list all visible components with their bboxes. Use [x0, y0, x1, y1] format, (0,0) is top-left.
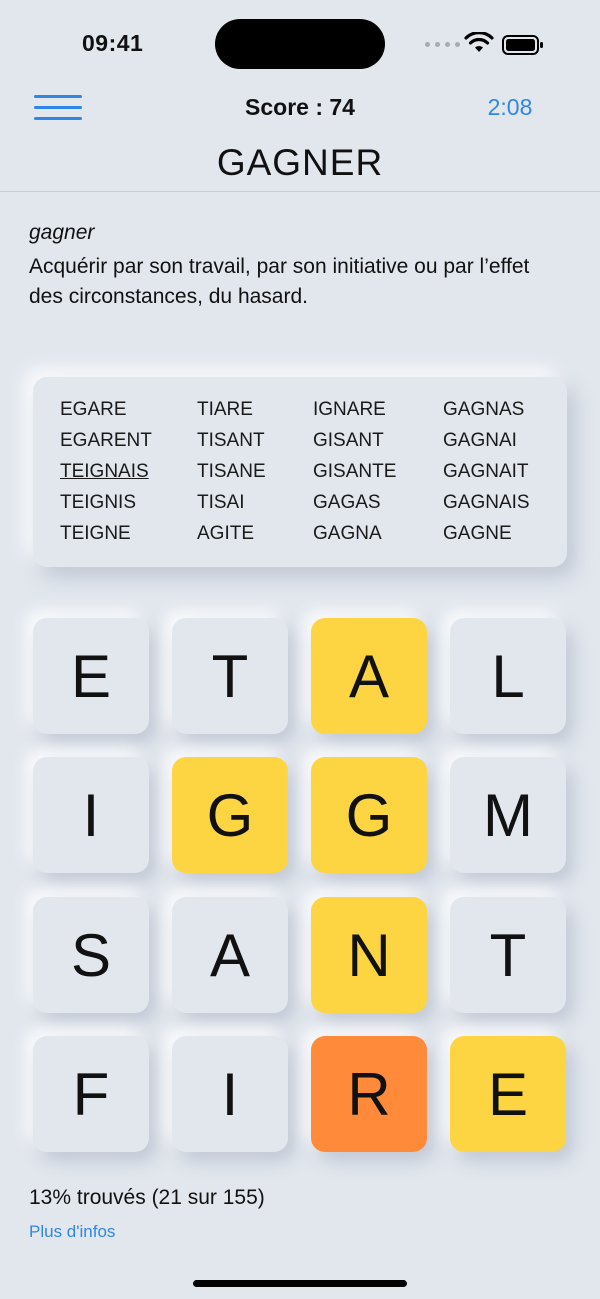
- found-word[interactable]: GAGNE: [443, 523, 512, 545]
- found-word[interactable]: TEIGNE: [60, 523, 131, 545]
- letter-tile[interactable]: E: [450, 1036, 566, 1152]
- found-word[interactable]: TEIGNAIS: [60, 461, 149, 483]
- found-word[interactable]: GAGNA: [313, 523, 382, 545]
- letter-tile[interactable]: S: [33, 897, 149, 1013]
- found-word[interactable]: AGITE: [197, 523, 254, 545]
- progress-text: 13% trouvés (21 sur 155): [29, 1186, 265, 1209]
- letter-tile[interactable]: L: [450, 618, 566, 734]
- letter-tile[interactable]: G: [311, 757, 427, 873]
- dynamic-island: [215, 19, 385, 69]
- found-word[interactable]: TISANT: [197, 430, 265, 452]
- found-word[interactable]: IGNARE: [313, 399, 386, 421]
- header-divider: [0, 191, 600, 192]
- letter-tile[interactable]: T: [172, 618, 288, 734]
- found-word[interactable]: GAGNAS: [443, 399, 524, 421]
- more-info-link[interactable]: Plus d'infos: [29, 1222, 115, 1242]
- wifi-icon: [464, 32, 494, 52]
- hamburger-icon: [34, 95, 82, 98]
- letter-tile[interactable]: R: [311, 1036, 427, 1152]
- found-word[interactable]: EGARENT: [60, 430, 152, 452]
- definition-text: Acquérir par son travail, par son initia…: [29, 255, 530, 308]
- definition-word: gagner: [29, 221, 95, 244]
- cellular-signal-icon: [425, 42, 460, 47]
- letter-tile[interactable]: I: [33, 757, 149, 873]
- timer-label: 2:08: [487, 94, 533, 120]
- found-word[interactable]: GAGNAI: [443, 430, 517, 452]
- status-time: 09:41: [82, 30, 144, 56]
- app-screen: 09:41 Score : 74 2:08 GAGNER gagner Acqu…: [0, 0, 600, 1299]
- found-word[interactable]: GAGNAIT: [443, 461, 529, 483]
- menu-button[interactable]: [34, 94, 84, 122]
- found-word[interactable]: GISANT: [313, 430, 384, 452]
- letter-tile[interactable]: N: [311, 897, 427, 1013]
- current-word: GAGNER: [216, 142, 384, 183]
- found-word[interactable]: GAGNAIS: [443, 492, 530, 514]
- home-indicator: [193, 1280, 407, 1287]
- letter-tile[interactable]: M: [450, 757, 566, 873]
- letter-tile[interactable]: E: [33, 618, 149, 734]
- score-label: Score : 74: [245, 94, 355, 120]
- letter-tile[interactable]: I: [172, 1036, 288, 1152]
- letter-tile[interactable]: A: [311, 618, 427, 734]
- found-word[interactable]: TEIGNIS: [60, 492, 136, 514]
- letter-tile[interactable]: F: [33, 1036, 149, 1152]
- found-words-card: EGARE EGARENT TEIGNAIS TEIGNIS TEIGNE TIARE TI…: [33, 377, 567, 567]
- letter-tile[interactable]: G: [172, 757, 288, 873]
- battery-icon: [502, 35, 543, 55]
- found-word[interactable]: TISANE: [197, 461, 266, 483]
- found-word[interactable]: GISANTE: [313, 461, 396, 483]
- letter-tile[interactable]: T: [450, 897, 566, 1013]
- found-word[interactable]: EGARE: [60, 399, 127, 421]
- found-word[interactable]: GAGAS: [313, 492, 381, 514]
- found-word[interactable]: TISAI: [197, 492, 245, 514]
- found-word[interactable]: TIARE: [197, 399, 253, 421]
- letter-tile[interactable]: A: [172, 897, 288, 1013]
